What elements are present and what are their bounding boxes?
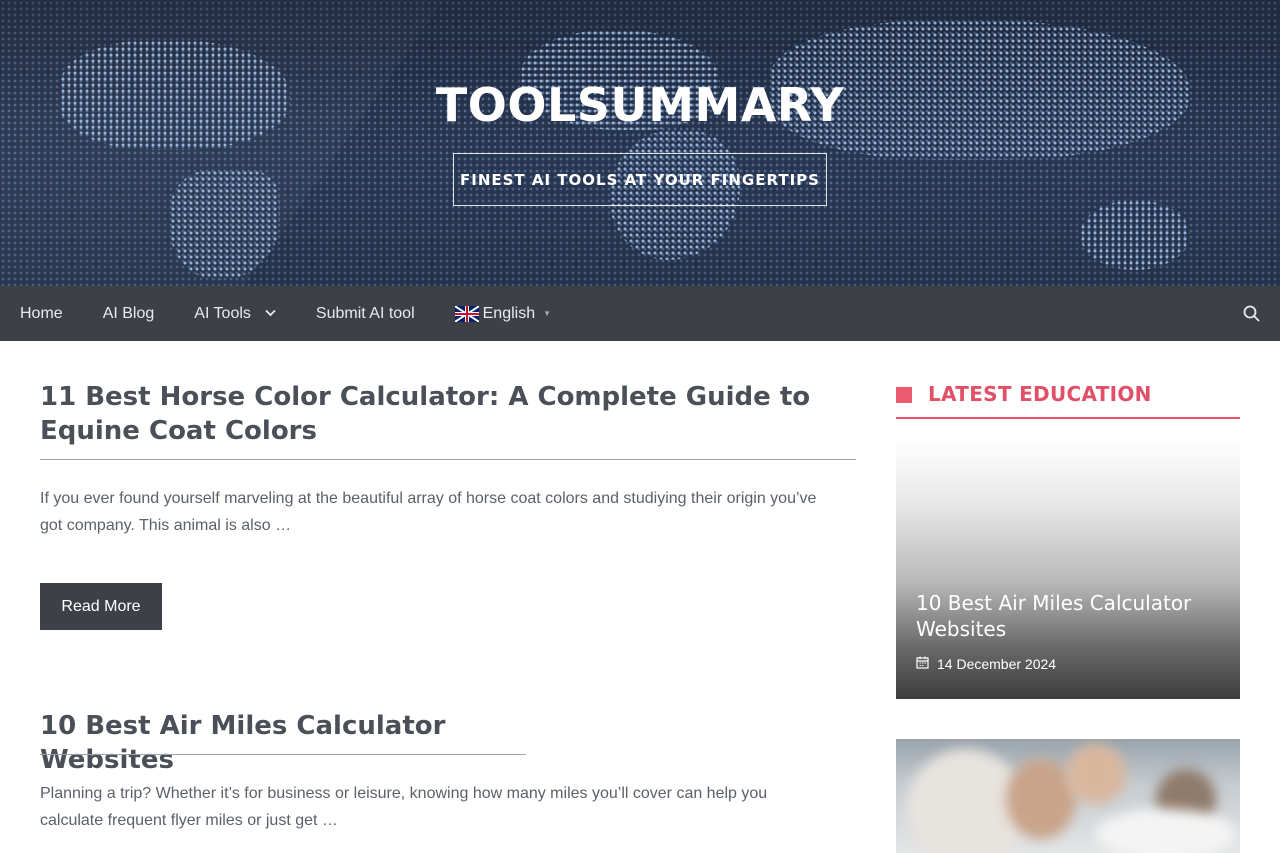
- nav-item-ai-blog[interactable]: AI Blog: [83, 286, 175, 341]
- card-title[interactable]: 10 Best Air Miles Calculator Websites: [916, 590, 1216, 642]
- card-date: 14 December 2024: [916, 656, 1056, 672]
- caret-down-icon: ▼: [543, 309, 552, 318]
- site-title[interactable]: TOOLSUMMARY: [0, 78, 1280, 132]
- uk-flag-icon: [454, 305, 479, 322]
- post-excerpt: Planning a trip? Whether it’s for busine…: [40, 785, 768, 829]
- nav-item-submit-ai-tool[interactable]: Submit AI tool: [296, 286, 435, 341]
- nav-item-home[interactable]: Home: [0, 286, 83, 341]
- featured-post-card[interactable]: 10 Best Air Miles Calculator Websites 14…: [896, 438, 1240, 699]
- post-title[interactable]: 11 Best Horse Color Calculator: A Comple…: [40, 380, 850, 448]
- sidebar-heading: LATEST EDUCATION: [896, 380, 1240, 419]
- language-label: English: [482, 304, 536, 322]
- chevron-down-icon[interactable]: [265, 308, 276, 320]
- post-thumbnail[interactable]: [896, 739, 1240, 853]
- nav-item-label: AI Tools: [194, 304, 251, 322]
- nav-item-ai-tools[interactable]: AI Tools: [174, 286, 296, 341]
- site-header: TOOLSUMMARY FINEST AI TOOLS AT YOUR FING…: [0, 0, 1280, 286]
- main-navigation: Home AI Blog AI Tools Submit AI tool Eng…: [0, 286, 1280, 341]
- language-switcher[interactable]: English ▼: [435, 286, 551, 341]
- read-more-button[interactable]: Read More: [40, 583, 162, 630]
- calendar-icon: [916, 656, 929, 672]
- sidebar-heading-label: LATEST EDUCATION: [928, 382, 1152, 406]
- title-divider: [40, 754, 526, 755]
- title-divider: [40, 459, 856, 460]
- card-date-text: 14 December 2024: [937, 656, 1057, 672]
- post-title[interactable]: 10 Best Air Miles Calculator Websites: [40, 709, 560, 777]
- search-icon[interactable]: [1242, 304, 1262, 324]
- site-tagline: FINEST AI TOOLS AT YOUR FINGERTIPS: [453, 153, 827, 206]
- heading-marker: [896, 387, 912, 403]
- post-excerpt: If you ever found yourself marveling at …: [40, 490, 817, 534]
